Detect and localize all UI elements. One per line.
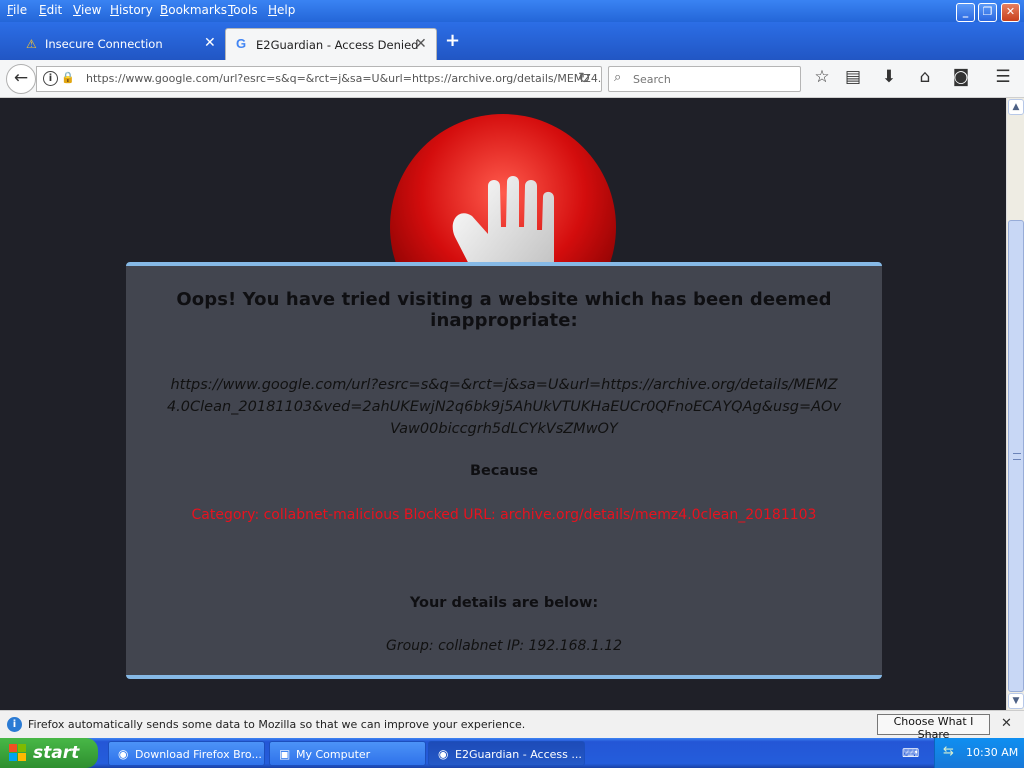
taskbar-item-my-computer[interactable]: ▣ My Computer xyxy=(269,741,426,766)
tab-insecure-connection[interactable]: ⚠ Insecure Connection ✕ xyxy=(0,28,222,60)
navigation-bar: ← i 🔒 https://www.google.com/url?esrc=s&… xyxy=(0,60,1024,98)
back-button[interactable]: ← xyxy=(6,64,36,94)
taskbar: start ◉ Download Firefox Bro... ▣ My Com… xyxy=(0,738,1024,768)
start-label: start xyxy=(33,743,80,763)
taskbar-item-label: Download Firefox Bro... xyxy=(135,748,262,761)
tab-title: Insecure Connection xyxy=(45,37,163,51)
reload-icon[interactable]: ↻ xyxy=(578,69,591,87)
search-icon: ⌕ xyxy=(614,70,622,85)
menu-edit[interactable]: Edit xyxy=(39,3,62,17)
block-reason: Category: collabnet-malicious Blocked UR… xyxy=(191,507,817,523)
close-window-button[interactable]: ✕ xyxy=(1001,3,1020,22)
tab-access-denied[interactable]: G E2Guardian - Access Denied ✕ xyxy=(225,28,437,60)
google-icon: G xyxy=(236,36,247,51)
because-label: Because xyxy=(469,463,539,479)
info-icon: i xyxy=(7,717,22,732)
keyboard-icon[interactable]: ⌨ xyxy=(902,746,919,760)
notification-bar: i Firefox automatically sends some data … xyxy=(0,710,1024,741)
menu-hamburger-icon[interactable]: ☰ xyxy=(991,67,1015,87)
search-box[interactable]: ⌕ xyxy=(608,66,801,92)
pocket-icon[interactable]: ◙ xyxy=(949,67,973,87)
menu-help[interactable]: Help xyxy=(268,3,295,17)
menu-view[interactable]: View xyxy=(73,3,101,17)
scroll-grip xyxy=(1013,453,1021,460)
scroll-thumb[interactable] xyxy=(1008,220,1024,692)
access-denied-panel: Oops! You have tried visiting a website … xyxy=(126,262,882,679)
download-icon[interactable]: ⬇ xyxy=(877,67,901,87)
minimize-button[interactable]: _ xyxy=(956,3,975,22)
url-text[interactable]: https://www.google.com/url?esrc=s&q=&rct… xyxy=(86,72,601,85)
address-bar[interactable]: i 🔒 https://www.google.com/url?esrc=s&q=… xyxy=(36,66,602,92)
home-icon[interactable]: ⌂ xyxy=(913,67,937,87)
computer-icon: ▣ xyxy=(279,747,291,761)
warning-icon: ⚠ xyxy=(26,37,37,51)
menu-bookmarks[interactable]: Bookmarks xyxy=(160,3,227,17)
choose-what-i-share-button[interactable]: Choose What I Share xyxy=(877,714,990,741)
user-group-ip: Group: collabnet IP: 192.168.1.12 xyxy=(385,638,623,654)
library-icon[interactable]: ▤ xyxy=(841,67,865,87)
taskbar-item-label: My Computer xyxy=(296,748,371,761)
details-label: Your details are below: xyxy=(409,595,599,611)
new-tab-icon[interactable]: + xyxy=(445,30,460,51)
scroll-down-arrow[interactable]: ▼ xyxy=(1008,693,1024,709)
vertical-scrollbar[interactable]: ▲ ▼ xyxy=(1006,98,1024,710)
system-tray: ⇆ 10:30 AM xyxy=(934,738,1024,768)
taskbar-item-e2guardian[interactable]: ◉ E2Guardian - Access ... xyxy=(428,741,585,766)
firefox-icon: ◉ xyxy=(438,747,449,761)
menu-bar: File Edit View History Bookmarks Tools H… xyxy=(0,0,1024,22)
restore-button[interactable]: ❐ xyxy=(978,3,997,22)
scroll-up-arrow[interactable]: ▲ xyxy=(1008,99,1024,115)
taskbar-item-download-firefox[interactable]: ◉ Download Firefox Bro... xyxy=(108,741,265,766)
network-icon[interactable]: ⇆ xyxy=(943,744,954,759)
taskbar-item-label: E2Guardian - Access ... xyxy=(455,748,582,761)
page-content: Oops! You have tried visiting a website … xyxy=(0,98,1006,710)
close-tab-icon[interactable]: ✕ xyxy=(204,35,216,51)
bookmark-star-icon[interactable]: ☆ xyxy=(810,67,834,87)
close-notification-icon[interactable]: ✕ xyxy=(1001,716,1012,731)
clock[interactable]: 10:30 AM xyxy=(966,746,1018,759)
blocked-url: https://www.google.com/url?esrc=s&q=&rct… xyxy=(166,377,842,437)
tab-strip: ⚠ Insecure Connection ✕ G E2Guardian - A… xyxy=(0,22,1024,60)
tab-title: E2Guardian - Access Denied xyxy=(256,38,419,52)
info-icon[interactable]: i xyxy=(43,71,58,86)
firefox-icon: ◉ xyxy=(118,747,129,761)
menu-tools[interactable]: Tools xyxy=(228,3,258,17)
menu-history[interactable]: History xyxy=(110,3,153,17)
denied-heading: Oops! You have tried visiting a website … xyxy=(176,289,832,331)
start-button[interactable]: start xyxy=(0,738,98,768)
close-tab-icon[interactable]: ✕ xyxy=(415,36,427,52)
search-input[interactable] xyxy=(631,70,791,88)
windows-flag-icon xyxy=(9,744,26,761)
notification-message: Firefox automatically sends some data to… xyxy=(28,718,526,731)
menu-file[interactable]: File xyxy=(7,3,27,17)
insecure-lock-icon[interactable]: 🔒 xyxy=(61,71,75,84)
